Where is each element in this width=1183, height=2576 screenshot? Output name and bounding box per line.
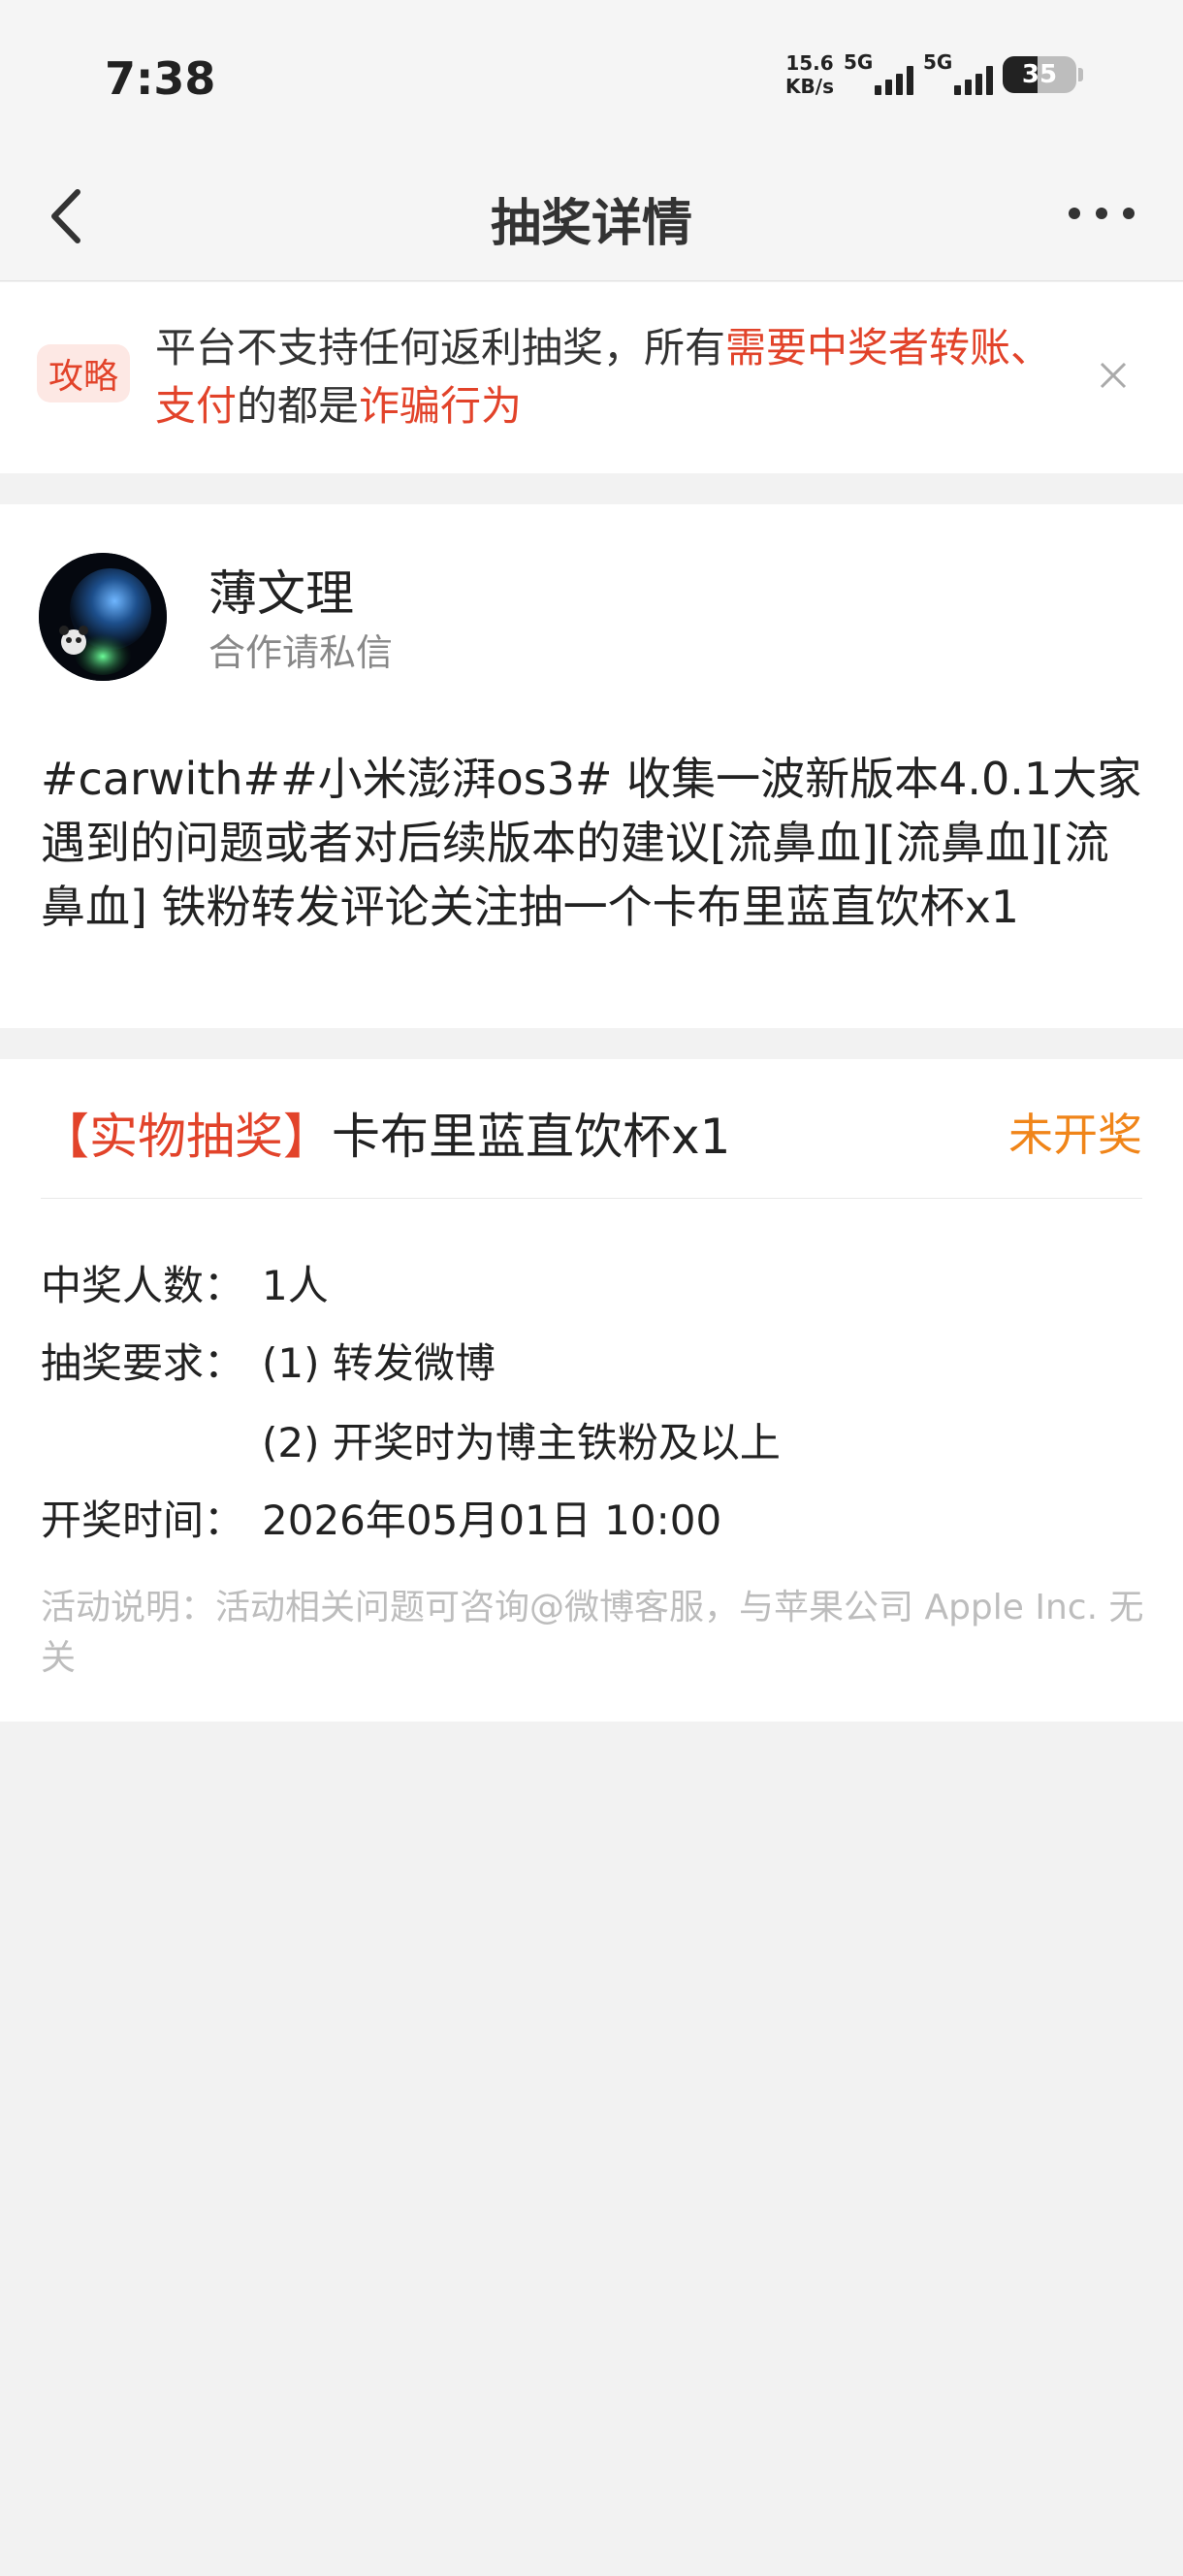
prize-title: 【实物抽奖】卡布里蓝直饮杯x1 bbox=[41, 1098, 730, 1168]
signal-icon: 5G bbox=[923, 50, 993, 99]
more-dots-icon[interactable] bbox=[1063, 194, 1140, 233]
requirements-label: 抽奖要求： bbox=[41, 1339, 245, 1387]
avatar[interactable] bbox=[39, 553, 167, 681]
prize-name: 卡布里蓝直饮杯x1 bbox=[332, 1109, 731, 1165]
winners-row: 中奖人数： 1人 bbox=[41, 1253, 329, 1312]
signal-label: 5G bbox=[923, 50, 953, 74]
requirement-item: (1) 转发微博 bbox=[262, 1339, 496, 1387]
prize-card: 【实物抽奖】卡布里蓝直饮杯x1 未开奖 中奖人数： 1人 抽奖要求： (1) 转发微… bbox=[0, 1059, 1183, 1722]
signal-label: 5G bbox=[844, 50, 874, 74]
draw-time-row: 开奖时间： 2026年05月01日 10:00 bbox=[41, 1488, 721, 1547]
battery-level: 35 bbox=[1021, 60, 1058, 89]
battery-icon: 35 bbox=[1003, 56, 1083, 93]
draw-time-value: 2026年05月01日 10:00 bbox=[262, 1497, 722, 1544]
avatar-image bbox=[39, 553, 167, 681]
divider bbox=[41, 1198, 1142, 1199]
signal-icon: 5G bbox=[844, 50, 913, 99]
status-bar: 7:38 15.6 KB/s 5G 5G 35 bbox=[0, 0, 1183, 155]
winners-label: 中奖人数： bbox=[41, 1262, 245, 1309]
prize-type-tag: 【实物抽奖】 bbox=[41, 1109, 332, 1165]
notice-highlight: 诈骗行为 bbox=[359, 382, 523, 430]
draw-time-label: 开奖时间： bbox=[41, 1497, 245, 1544]
notice-tag: 攻略 bbox=[37, 344, 131, 402]
network-speed-unit: KB/s bbox=[785, 75, 834, 98]
notice-text: 平台不支持任何返利抽奖，所有需要中奖者转账、支付的都是诈骗行为 bbox=[155, 319, 1067, 435]
requirements-row: 抽奖要求： (1) 转发微博 bbox=[41, 1331, 496, 1390]
user-name[interactable]: 薄文理 bbox=[208, 555, 354, 625]
nav-bar: 抽奖详情 bbox=[0, 155, 1183, 281]
post-content[interactable]: #carwith##小米澎湃os3# 收集一波新版本4.0.1大家遇到的问题或者… bbox=[41, 747, 1146, 939]
winners-value: 1人 bbox=[262, 1262, 329, 1309]
prize-status: 未开奖 bbox=[1008, 1109, 1142, 1161]
post-card[interactable]: 薄文理 合作请私信 #carwith##小米澎湃os3# 收集一波新版本4.0.… bbox=[0, 504, 1183, 1028]
page-title: 抽奖详情 bbox=[490, 195, 692, 253]
user-subtitle: 合作请私信 bbox=[208, 631, 394, 674]
status-time: 7:38 bbox=[105, 52, 216, 105]
fraud-notice-banner: 攻略 平台不支持任何返利抽奖，所有需要中奖者转账、支付的都是诈骗行为 bbox=[0, 282, 1183, 473]
status-icons: 15.6 KB/s 5G 5G 35 bbox=[785, 50, 1083, 99]
network-speed: 15.6 KB/s bbox=[785, 51, 834, 98]
disclaimer-text: 活动说明：活动相关问题可咨询@微博客服，与苹果公司 Apple Inc. 无关 bbox=[41, 1588, 1144, 1678]
requirement-item: (2) 开奖时为博主铁粉及以上 bbox=[262, 1419, 781, 1466]
close-icon[interactable] bbox=[1094, 356, 1133, 395]
network-speed-value: 15.6 bbox=[785, 51, 834, 75]
notice-text-part: 平台不支持任何返利抽奖，所有 bbox=[155, 324, 726, 371]
notice-text-part: 的都是 bbox=[237, 382, 360, 430]
